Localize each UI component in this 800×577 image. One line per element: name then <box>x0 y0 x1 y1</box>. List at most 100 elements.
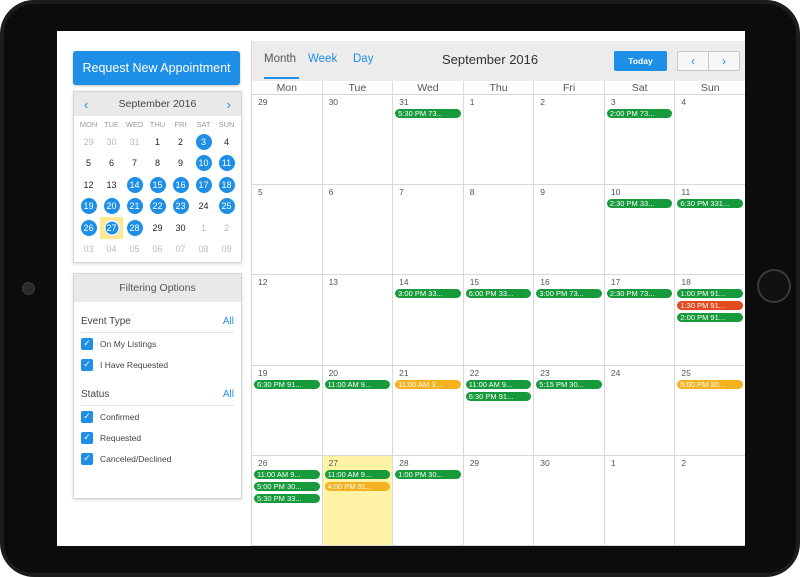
day-cell[interactable]: 29 <box>252 95 323 186</box>
event-pill[interactable]: 11:00 AM 9... <box>324 469 391 479</box>
event-pill[interactable]: 5:30 PM 73... <box>395 109 461 118</box>
day-cell[interactable]: 23 5:15 PM 30... <box>534 365 605 456</box>
mini-day[interactable]: 11 <box>215 153 238 175</box>
mini-day[interactable]: 26 <box>77 217 100 239</box>
day-cell[interactable]: 29 <box>463 455 535 546</box>
day-cell[interactable]: 2 <box>675 455 745 546</box>
day-cell[interactable]: 17 2:30 PM 73... <box>604 275 676 366</box>
filter-option[interactable]: ✓ Canceled/Declined <box>81 448 234 469</box>
request-new-appointment-button[interactable]: Request New Appointment <box>73 51 240 85</box>
day-cell[interactable]: 3 2:00 PM 73... <box>604 95 676 186</box>
mini-day[interactable]: 23 <box>169 196 192 218</box>
day-cell[interactable]: 11 6:30 PM 331... <box>675 185 745 276</box>
status-all-link[interactable]: All <box>223 389 234 400</box>
home-button[interactable] <box>757 269 791 303</box>
mini-day[interactable]: 07 <box>169 239 192 261</box>
mini-day[interactable]: 18 <box>215 174 238 196</box>
mini-day[interactable]: 30 <box>100 131 123 153</box>
mini-day[interactable]: 4 <box>215 131 238 153</box>
day-cell[interactable]: 30 <box>534 455 605 546</box>
day-cell[interactable]: 6 <box>322 185 394 276</box>
mini-day[interactable]: 15 <box>146 174 169 196</box>
day-cell[interactable]: 30 <box>322 95 394 186</box>
event-pill[interactable]: 6:00 PM 33... <box>465 289 532 299</box>
day-cell[interactable]: 19 6:30 PM 91... <box>252 365 323 456</box>
event-pill[interactable]: 1:30 PM 91... <box>677 301 743 311</box>
day-cell[interactable]: 22 11:00 AM 9... 6:30 PM 91... <box>463 365 535 456</box>
mini-day[interactable]: 05 <box>123 239 146 261</box>
mini-day[interactable]: 10 <box>192 153 215 175</box>
day-cell[interactable]: 2 <box>534 95 605 186</box>
event-pill[interactable]: 2:00 PM 73... <box>606 109 673 118</box>
event-pill[interactable]: 1:00 PM 91... <box>677 289 743 299</box>
mini-day[interactable]: 13 <box>100 174 123 196</box>
chevron-left-icon[interactable]: ‹ <box>84 97 88 112</box>
day-cell[interactable]: 24 <box>604 365 676 456</box>
tab-day[interactable]: Day <box>353 53 373 65</box>
mini-day[interactable]: 1 <box>192 217 215 239</box>
event-pill[interactable]: 3:00 PM 73... <box>536 289 602 299</box>
event-pill[interactable]: 2:30 PM 33... <box>606 199 673 209</box>
event-pill[interactable]: 11:00 AM 9... <box>324 379 391 389</box>
day-cell[interactable]: 5 <box>252 185 323 276</box>
mini-day[interactable]: 04 <box>100 239 123 261</box>
day-cell[interactable]: 28 1:00 PM 30... <box>393 455 464 546</box>
event-pill[interactable]: 5:15 PM 30... <box>536 379 602 389</box>
day-cell[interactable]: 25 5:00 PM 30... <box>675 365 745 456</box>
filter-option[interactable]: ✓ On My Listings <box>81 333 234 354</box>
mini-day[interactable]: 03 <box>77 239 100 261</box>
filter-option[interactable]: ✓ Requested <box>81 427 234 448</box>
mini-day[interactable]: 16 <box>169 174 192 196</box>
day-cell[interactable]: 9 <box>534 185 605 276</box>
event-pill[interactable]: 2:30 PM 73... <box>606 289 673 299</box>
checkbox-checked-icon[interactable]: ✓ <box>81 337 93 350</box>
event-pill[interactable]: 1:00 PM 30... <box>395 469 461 479</box>
checkbox-checked-icon[interactable]: ✓ <box>81 358 93 371</box>
day-cell[interactable]: 26 11:00 AM 9... 5:00 PM 30... 5:30 PM 33..… <box>252 455 323 546</box>
event-pill[interactable]: 5:00 PM 30... <box>677 379 743 389</box>
today-button[interactable]: Today <box>614 51 667 71</box>
mini-day[interactable]: 14 <box>123 174 146 196</box>
mini-day[interactable]: 9 <box>169 153 192 175</box>
filter-option[interactable]: ✓ I Have Requested <box>81 354 234 375</box>
mini-day-today[interactable]: 27 <box>100 217 123 239</box>
event-pill[interactable]: 5:00 PM 30... <box>254 481 320 491</box>
mini-day[interactable]: 08 <box>192 239 215 261</box>
mini-day[interactable]: 30 <box>169 217 192 239</box>
mini-day[interactable]: 6 <box>100 153 123 175</box>
next-month-icon[interactable]: › <box>708 52 739 70</box>
checkbox-checked-icon[interactable]: ✓ <box>81 452 93 465</box>
event-type-all-link[interactable]: All <box>223 316 234 327</box>
event-pill[interactable]: 6:30 PM 91... <box>254 379 320 389</box>
event-pill[interactable]: 11:00 AM 3... <box>395 379 461 389</box>
mini-day[interactable]: 29 <box>146 217 169 239</box>
mini-day[interactable]: 31 <box>123 131 146 153</box>
mini-day[interactable]: 1 <box>146 131 169 153</box>
day-cell[interactable]: 13 <box>322 275 394 366</box>
mini-day[interactable]: 7 <box>123 153 146 175</box>
mini-day[interactable]: 21 <box>123 196 146 218</box>
event-pill[interactable]: 3:00 PM 33... <box>395 289 461 299</box>
day-cell[interactable]: 31 5:30 PM 73... <box>393 95 464 186</box>
prev-month-icon[interactable]: ‹ <box>678 52 708 70</box>
mini-day[interactable]: 5 <box>77 153 100 175</box>
mini-day[interactable]: 2 <box>215 217 238 239</box>
mini-day[interactable]: 29 <box>77 131 100 153</box>
event-pill[interactable]: 6:30 PM 331... <box>677 199 743 209</box>
mini-day[interactable]: 06 <box>146 239 169 261</box>
day-cell[interactable]: 15 6:00 PM 33... <box>463 275 535 366</box>
event-pill[interactable]: 6:30 PM 91... <box>465 391 532 401</box>
day-cell-today[interactable]: 27 11:00 AM 9... 4:00 PM 91... <box>322 455 394 546</box>
mini-day[interactable]: 8 <box>146 153 169 175</box>
day-cell[interactable]: 8 <box>463 185 535 276</box>
day-cell[interactable]: 1 <box>604 455 676 546</box>
event-pill[interactable]: 4:00 PM 91... <box>324 481 391 491</box>
event-pill[interactable]: 5:30 PM 33... <box>254 493 320 503</box>
mini-day[interactable]: 25 <box>215 196 238 218</box>
mini-day[interactable]: 28 <box>123 217 146 239</box>
event-pill[interactable]: 2:00 PM 91... <box>677 313 743 323</box>
mini-day[interactable]: 12 <box>77 174 100 196</box>
mini-day[interactable]: 09 <box>215 239 238 261</box>
day-cell[interactable]: 7 <box>393 185 464 276</box>
mini-day[interactable]: 17 <box>192 174 215 196</box>
